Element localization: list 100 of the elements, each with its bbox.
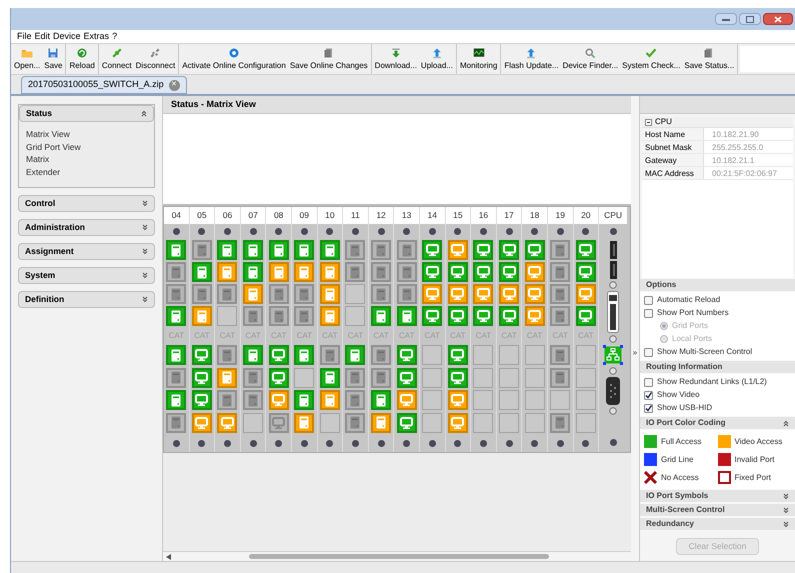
port-tile[interactable] [217, 368, 238, 388]
toolbar-button[interactable]: Connect [100, 44, 134, 74]
empty-port-tile[interactable] [576, 345, 596, 366]
port-tile[interactable] [448, 390, 468, 410]
port-tile[interactable] [192, 368, 212, 388]
empty-port-tile[interactable] [473, 345, 494, 366]
port-tile[interactable] [550, 306, 570, 326]
port-tile[interactable] [345, 368, 366, 388]
checkbox[interactable] [644, 390, 653, 400]
sidebar-item[interactable]: Extender [26, 166, 147, 178]
port-tile[interactable] [550, 412, 570, 433]
port-tile[interactable] [473, 284, 494, 304]
empty-port-tile[interactable] [499, 412, 520, 433]
port-tile[interactable] [396, 368, 417, 388]
port-tile[interactable] [166, 412, 186, 433]
toolbar-button[interactable]: Save [42, 44, 64, 74]
empty-port-tile[interactable] [499, 390, 520, 410]
port-tile[interactable] [294, 262, 314, 282]
port-tile[interactable] [243, 368, 264, 388]
port-tile[interactable] [192, 345, 212, 366]
checkbox[interactable] [644, 296, 653, 304]
menu-item[interactable]: Edit [34, 30, 50, 44]
port-tile[interactable] [396, 345, 417, 366]
port-tile[interactable] [550, 284, 570, 304]
port-tile[interactable] [243, 390, 264, 410]
port-tile[interactable] [320, 390, 340, 410]
port-tile[interactable] [396, 240, 417, 260]
port-tile[interactable] [448, 306, 468, 326]
port-tile[interactable] [268, 262, 289, 282]
port-tile[interactable] [499, 240, 520, 260]
port-tile[interactable] [320, 284, 340, 304]
empty-port-tile[interactable] [524, 368, 545, 388]
port-tile[interactable] [371, 390, 392, 410]
port-tile[interactable] [320, 306, 340, 326]
port-tile[interactable] [294, 306, 314, 326]
panel-section-header[interactable]: IO Port Symbols [640, 489, 795, 503]
sidebar-section-header[interactable]: System [18, 267, 155, 284]
empty-port-tile[interactable] [243, 412, 264, 433]
port-tile[interactable] [192, 390, 212, 410]
port-tile[interactable] [371, 345, 392, 366]
port-tile[interactable] [166, 345, 186, 366]
toolbar-button[interactable]: Reload [67, 44, 97, 74]
port-tile[interactable] [448, 240, 468, 260]
checkbox[interactable] [644, 404, 653, 412]
port-tile[interactable] [550, 262, 570, 282]
port-tile[interactable] [192, 284, 212, 304]
port-tile[interactable] [294, 412, 314, 433]
empty-port-tile[interactable] [422, 368, 442, 388]
port-tile[interactable] [320, 262, 340, 282]
collapse-icon[interactable] [645, 118, 652, 126]
port-tile[interactable] [396, 412, 417, 433]
port-tile[interactable] [473, 262, 494, 282]
port-tile[interactable] [345, 412, 366, 433]
toolbar-button[interactable]: Flash Update... [502, 44, 561, 74]
port-tile[interactable] [396, 262, 417, 282]
menu-item[interactable]: File [17, 30, 32, 44]
close-button[interactable] [763, 13, 793, 25]
port-tile[interactable] [422, 284, 442, 304]
port-tile[interactable] [499, 306, 520, 326]
port-tile[interactable] [294, 284, 314, 304]
port-tile[interactable] [371, 412, 392, 433]
sidebar-item[interactable]: Matrix View [26, 128, 147, 140]
panel-section-header[interactable]: Redundancy [640, 517, 795, 531]
minimize-button[interactable] [715, 13, 737, 25]
port-tile[interactable] [371, 284, 392, 304]
port-tile[interactable] [499, 284, 520, 304]
port-tile[interactable] [268, 240, 289, 260]
toolbar-button[interactable]: Open... [12, 44, 42, 74]
panel-section-header[interactable]: Options [640, 278, 795, 292]
empty-port-tile[interactable] [473, 412, 494, 433]
port-tile[interactable] [166, 306, 186, 326]
port-tile[interactable] [166, 390, 186, 410]
port-tile[interactable] [499, 262, 520, 282]
port-tile[interactable] [294, 345, 314, 366]
port-tile[interactable] [448, 412, 468, 433]
port-tile[interactable] [192, 306, 212, 326]
scrollbar-thumb[interactable] [249, 554, 549, 559]
menu-item[interactable]: Extras [84, 30, 110, 44]
checkbox[interactable] [644, 348, 653, 356]
port-tile[interactable] [550, 368, 570, 388]
toolbar-button[interactable]: System Check... [620, 44, 682, 74]
port-tile[interactable] [371, 368, 392, 388]
port-tile[interactable] [243, 240, 264, 260]
port-tile[interactable] [473, 240, 494, 260]
port-tile[interactable] [576, 306, 596, 326]
sidebar-item[interactable]: Matrix [26, 153, 147, 166]
port-tile[interactable] [243, 306, 264, 326]
menu-item[interactable]: ? [112, 30, 118, 44]
port-tile[interactable] [345, 240, 366, 260]
port-tile[interactable] [268, 412, 289, 433]
empty-port-tile[interactable] [576, 412, 596, 433]
port-tile[interactable] [166, 262, 186, 282]
port-tile[interactable] [422, 240, 442, 260]
empty-port-tile[interactable] [217, 306, 238, 326]
empty-port-tile[interactable] [524, 412, 545, 433]
empty-port-tile[interactable] [576, 368, 596, 388]
port-tile[interactable] [422, 262, 442, 282]
empty-port-tile[interactable] [345, 306, 366, 326]
port-tile[interactable] [166, 284, 186, 304]
sidebar-section-header[interactable]: Control [18, 195, 155, 212]
